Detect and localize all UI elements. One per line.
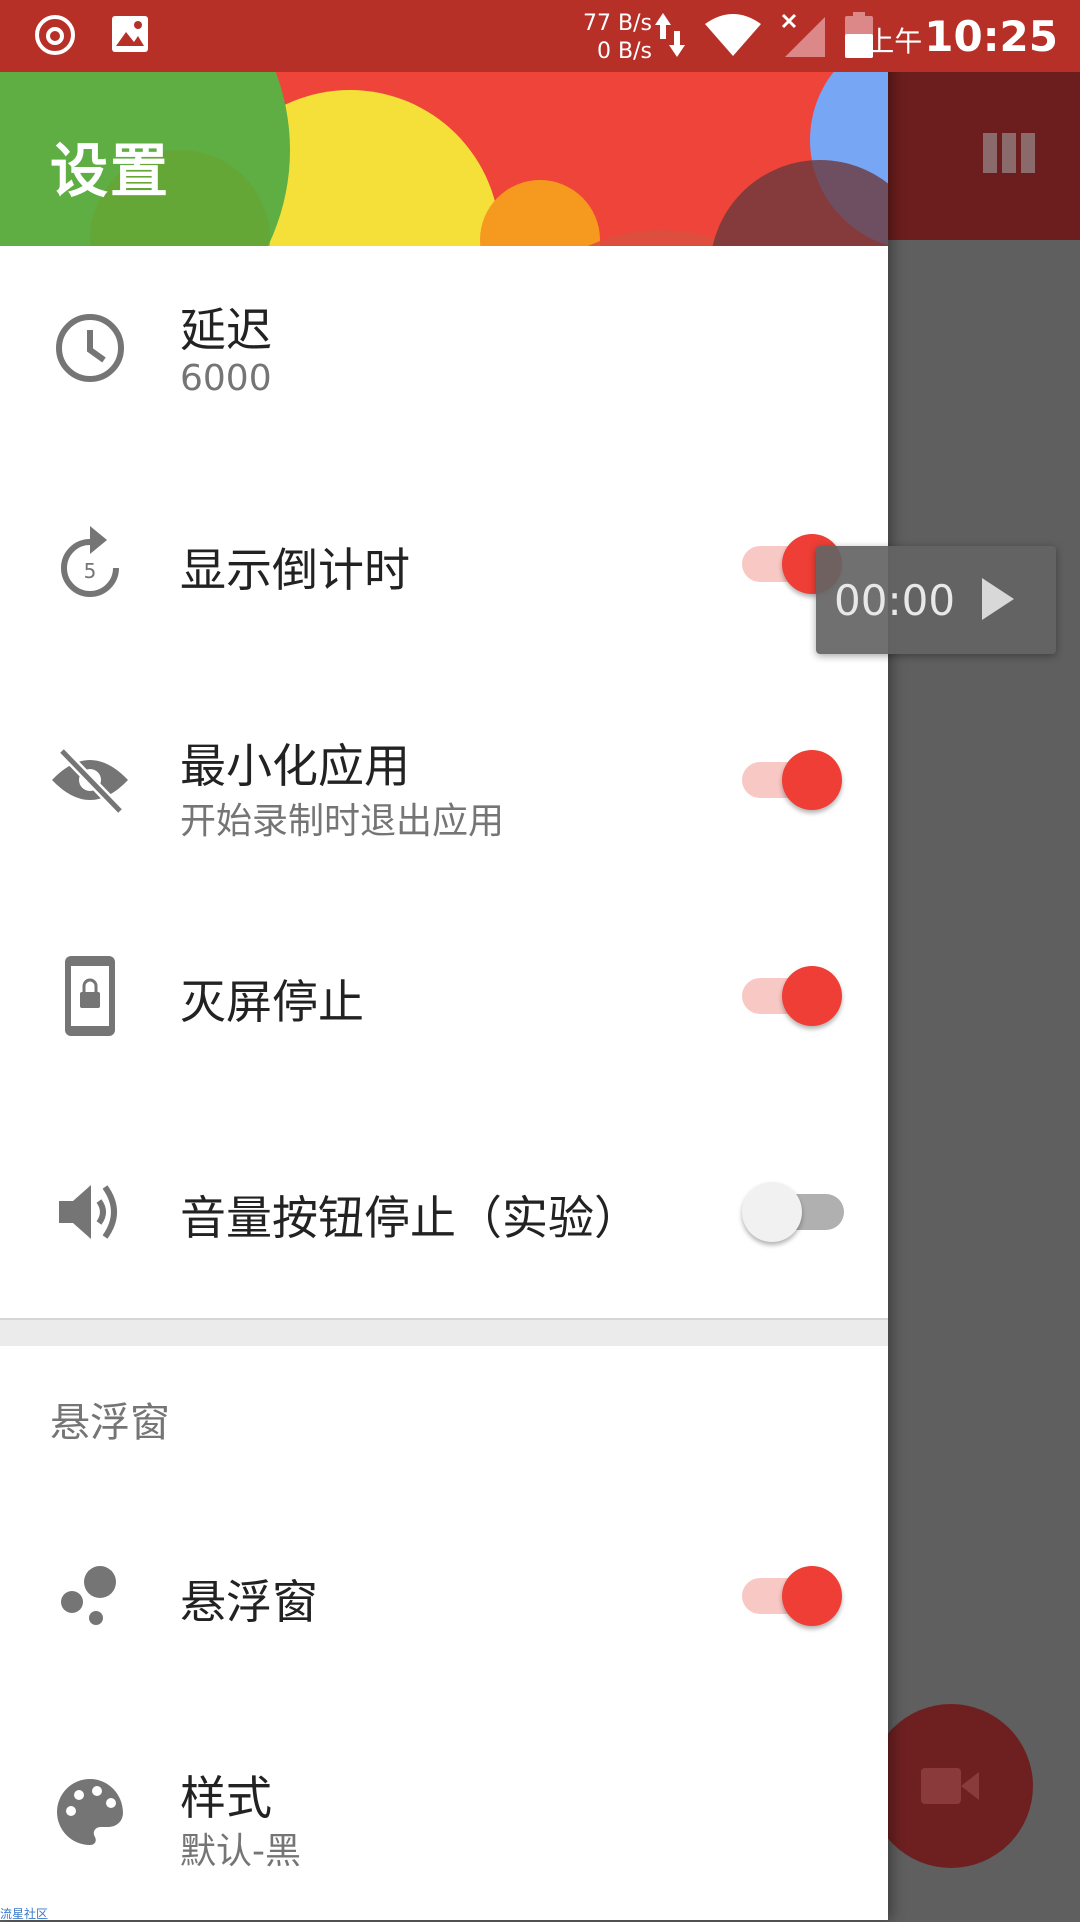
- section-divider: [0, 1318, 888, 1346]
- clock-icon: [50, 308, 130, 388]
- setting-label: 样式: [180, 1771, 272, 1825]
- signal-no-sim-icon: [781, 13, 825, 57]
- setting-label: 最小化应用: [180, 739, 410, 793]
- setting-volume-button-stop[interactable]: 音量按钮停止（实验）: [0, 1112, 888, 1312]
- setting-label: 音量按钮停止（实验）: [180, 1191, 640, 1245]
- watermark: 流星社区: [0, 1907, 49, 1921]
- play-icon[interactable]: [978, 574, 1018, 628]
- setting-floating-window[interactable]: 悬浮窗: [0, 1496, 888, 1696]
- setting-label: 显示倒计时: [180, 543, 410, 597]
- volume-button-stop-toggle[interactable]: [742, 1182, 866, 1242]
- setting-label: 延迟: [180, 303, 272, 357]
- videocam-icon: [921, 1768, 979, 1804]
- wifi-icon: [705, 14, 761, 56]
- view-column-icon[interactable]: [983, 133, 1035, 177]
- svg-text:5: 5: [84, 559, 97, 583]
- setting-minimize[interactable]: 最小化应用 开始录制时退出应用: [0, 680, 888, 880]
- data-transfer-icon: [655, 13, 685, 57]
- network-speed: 77 B/s 0 B/s: [583, 11, 652, 64]
- setting-countdown[interactable]: 5 显示倒计时: [0, 464, 888, 664]
- floating-timer-widget[interactable]: 00:00: [816, 546, 1056, 654]
- clock: 上午 10:25: [866, 12, 1058, 61]
- timer-display: 00:00: [834, 576, 956, 625]
- setting-screen-off-stop[interactable]: 灭屏停止: [0, 896, 888, 1096]
- countdown-5-icon: 5: [50, 524, 130, 604]
- status-bar: 77 B/s 0 B/s 上午 10:25: [0, 0, 1080, 72]
- setting-delay[interactable]: 延迟 6000: [0, 250, 888, 450]
- phone-lock-icon: [50, 956, 130, 1036]
- setting-label: 灭屏停止: [180, 975, 364, 1029]
- screen-off-stop-toggle[interactable]: [742, 966, 842, 1026]
- setting-description: 开始录制时退出应用: [180, 801, 505, 842]
- setting-style[interactable]: 样式 默认-黑: [0, 1712, 888, 1912]
- setting-value: 默认-黑: [180, 1831, 301, 1872]
- minimize-toggle[interactable]: [742, 750, 842, 810]
- volume-icon: [50, 1172, 130, 1252]
- section-title: 悬浮窗: [50, 1400, 170, 1446]
- record-fab-button[interactable]: [869, 1704, 1033, 1868]
- palette-icon: [50, 1772, 130, 1852]
- netease-music-icon: [35, 15, 75, 55]
- floating-window-toggle[interactable]: [742, 1566, 842, 1626]
- image-icon: [112, 16, 148, 52]
- setting-label: 悬浮窗: [180, 1575, 318, 1629]
- eye-off-icon: [50, 740, 130, 820]
- bubbles-icon: [50, 1556, 130, 1636]
- settings-drawer: 设置 延迟 6000 5 显示倒计时 最小化应用 开始录制时退出应用 灭屏停止 …: [0, 0, 888, 1920]
- setting-value: 6000: [180, 358, 272, 399]
- drawer-title: 设置: [50, 137, 171, 205]
